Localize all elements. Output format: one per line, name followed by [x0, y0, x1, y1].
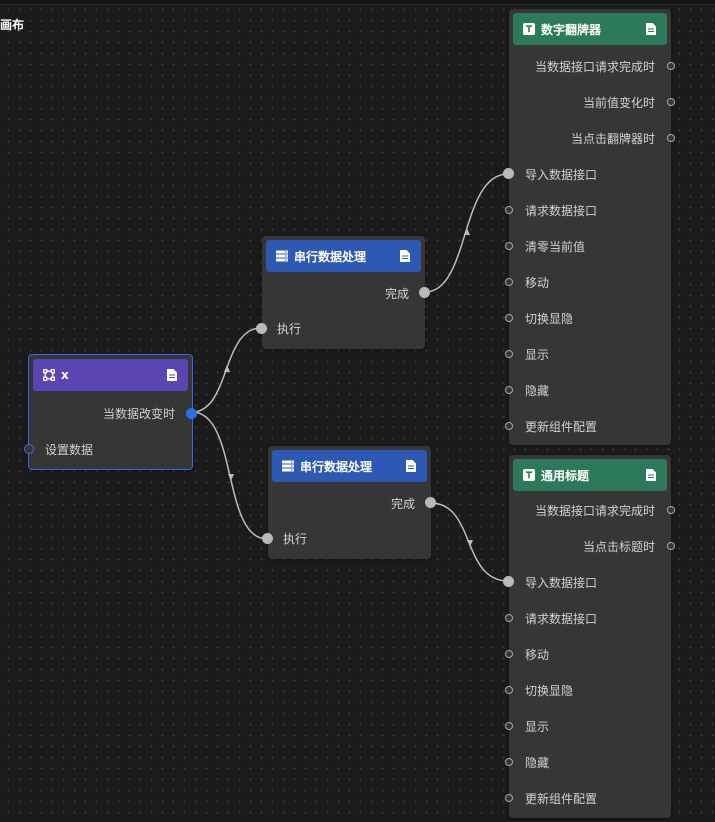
port-in-show: 显示 [525, 720, 550, 734]
port-in-toggle-visibility-dot[interactable] [505, 314, 513, 322]
port-out-request-complete: 当数据接口请求完成时 [534, 60, 655, 74]
node-general-title-header[interactable]: 通用标题 [513, 459, 667, 491]
node-general-title-title: 通用标题 [541, 468, 590, 483]
port-in-update-config-dot[interactable] [505, 794, 513, 802]
port-in-toggle-visibility: 切换显隐 [525, 684, 574, 698]
port-in-request-api: 请求数据接口 [525, 612, 598, 626]
port-in-reset-value: 清零当前值 [525, 240, 586, 254]
document-icon[interactable] [399, 250, 411, 262]
node-serial-processing-2-header[interactable]: 串行数据处理 [272, 450, 427, 482]
port-out-value-change-dot[interactable] [667, 98, 675, 106]
port-out-complete-dot[interactable] [419, 287, 430, 298]
port-in-request-api: 请求数据接口 [525, 204, 598, 218]
port-in-show-dot[interactable] [505, 722, 513, 730]
port-in-import-api: 导入数据接口 [525, 576, 598, 590]
document-icon[interactable] [645, 23, 657, 35]
node-digital-flipper-header[interactable]: 数字翻牌器 [513, 13, 667, 45]
port-in-show: 显示 [525, 348, 550, 362]
port-out-complete: 完成 [384, 287, 409, 301]
port-in-hide: 隐藏 [525, 756, 550, 770]
wire-arrow-4 [467, 540, 473, 547]
port-in-set-data-dot[interactable] [24, 444, 34, 454]
port-out-complete-dot[interactable] [425, 497, 436, 508]
port-out-click-flipper: 当点击翻牌器时 [570, 132, 655, 146]
node-x-title: x [61, 368, 69, 382]
port-out-request-complete-dot[interactable] [667, 62, 675, 70]
port-in-execute-dot[interactable] [262, 533, 273, 544]
node-serial-processing-1-header[interactable]: 串行数据处理 [266, 240, 421, 272]
port-out-on-data-change-dot[interactable] [186, 408, 197, 419]
port-in-update-config-dot[interactable] [505, 422, 513, 430]
port-in-request-api-dot[interactable] [505, 206, 513, 214]
port-out-click-flipper-dot[interactable] [667, 134, 675, 142]
wire-arrow-1 [224, 365, 230, 372]
node-serial-processing-1[interactable]: 串行数据处理 完成 执行 [256, 236, 430, 349]
server-stack-icon [276, 250, 288, 262]
document-icon[interactable] [166, 369, 178, 381]
text-t-icon [523, 23, 535, 35]
port-in-reset-value-dot[interactable] [505, 242, 513, 250]
port-in-hide-dot[interactable] [505, 386, 513, 394]
port-out-value-change: 当前值变化时 [582, 96, 655, 110]
port-out-on-data-change: 当数据改变时 [102, 407, 175, 421]
port-in-import-api-dot[interactable] [503, 576, 514, 587]
document-icon[interactable] [645, 469, 657, 481]
port-in-update-config: 更新组件配置 [525, 792, 598, 806]
document-icon[interactable] [405, 460, 417, 472]
node-general-title[interactable]: 通用标题 当数据接口请求完成时 当点击标题时 导入数据接口 请求数据接口 移动 … [503, 455, 675, 818]
port-in-hide: 隐藏 [525, 384, 550, 398]
port-in-set-data: 设置数据 [45, 443, 94, 457]
node-digital-flipper[interactable]: 数字翻牌器 当数据接口请求完成时 当前值变化时 当点击翻牌器时 导入数据接口 请… [503, 9, 675, 445]
port-in-execute: 执行 [277, 322, 302, 336]
port-out-complete: 完成 [390, 497, 415, 511]
port-out-request-complete-dot[interactable] [667, 506, 675, 514]
port-in-execute-dot[interactable] [256, 323, 267, 334]
port-in-show-dot[interactable] [505, 350, 513, 358]
port-in-import-api-dot[interactable] [503, 168, 514, 179]
node-digital-flipper-title: 数字翻牌器 [541, 22, 602, 37]
port-out-click-title-dot[interactable] [667, 542, 675, 550]
port-in-execute: 执行 [283, 532, 308, 546]
port-in-move-dot[interactable] [505, 278, 513, 286]
port-out-click-title: 当点击标题时 [582, 540, 655, 554]
node-serial-processing-1-title: 串行数据处理 [294, 249, 367, 264]
port-in-toggle-visibility-dot[interactable] [505, 686, 513, 694]
port-in-hide-dot[interactable] [505, 758, 513, 766]
node-serial-processing-2[interactable]: 串行数据处理 完成 执行 [262, 446, 436, 559]
port-out-request-complete: 当数据接口请求完成时 [534, 504, 655, 518]
node-serial-processing-2-title: 串行数据处理 [300, 459, 373, 474]
node-graph-icon [43, 369, 55, 381]
wire-arrow-2 [228, 474, 234, 481]
wire-arrow-3 [464, 228, 470, 235]
node-x-header[interactable]: x [33, 359, 188, 391]
port-in-import-api: 导入数据接口 [525, 168, 598, 182]
node-x[interactable]: x 当数据改变时 设置数据 [24, 354, 197, 470]
port-in-move-dot[interactable] [505, 650, 513, 658]
text-t-icon [523, 469, 535, 481]
port-in-request-api-dot[interactable] [505, 614, 513, 622]
port-in-move: 移动 [525, 648, 550, 662]
server-stack-icon [282, 460, 294, 472]
port-in-move: 移动 [525, 276, 550, 290]
port-in-update-config: 更新组件配置 [525, 420, 598, 434]
port-in-toggle-visibility: 切换显隐 [525, 312, 574, 326]
